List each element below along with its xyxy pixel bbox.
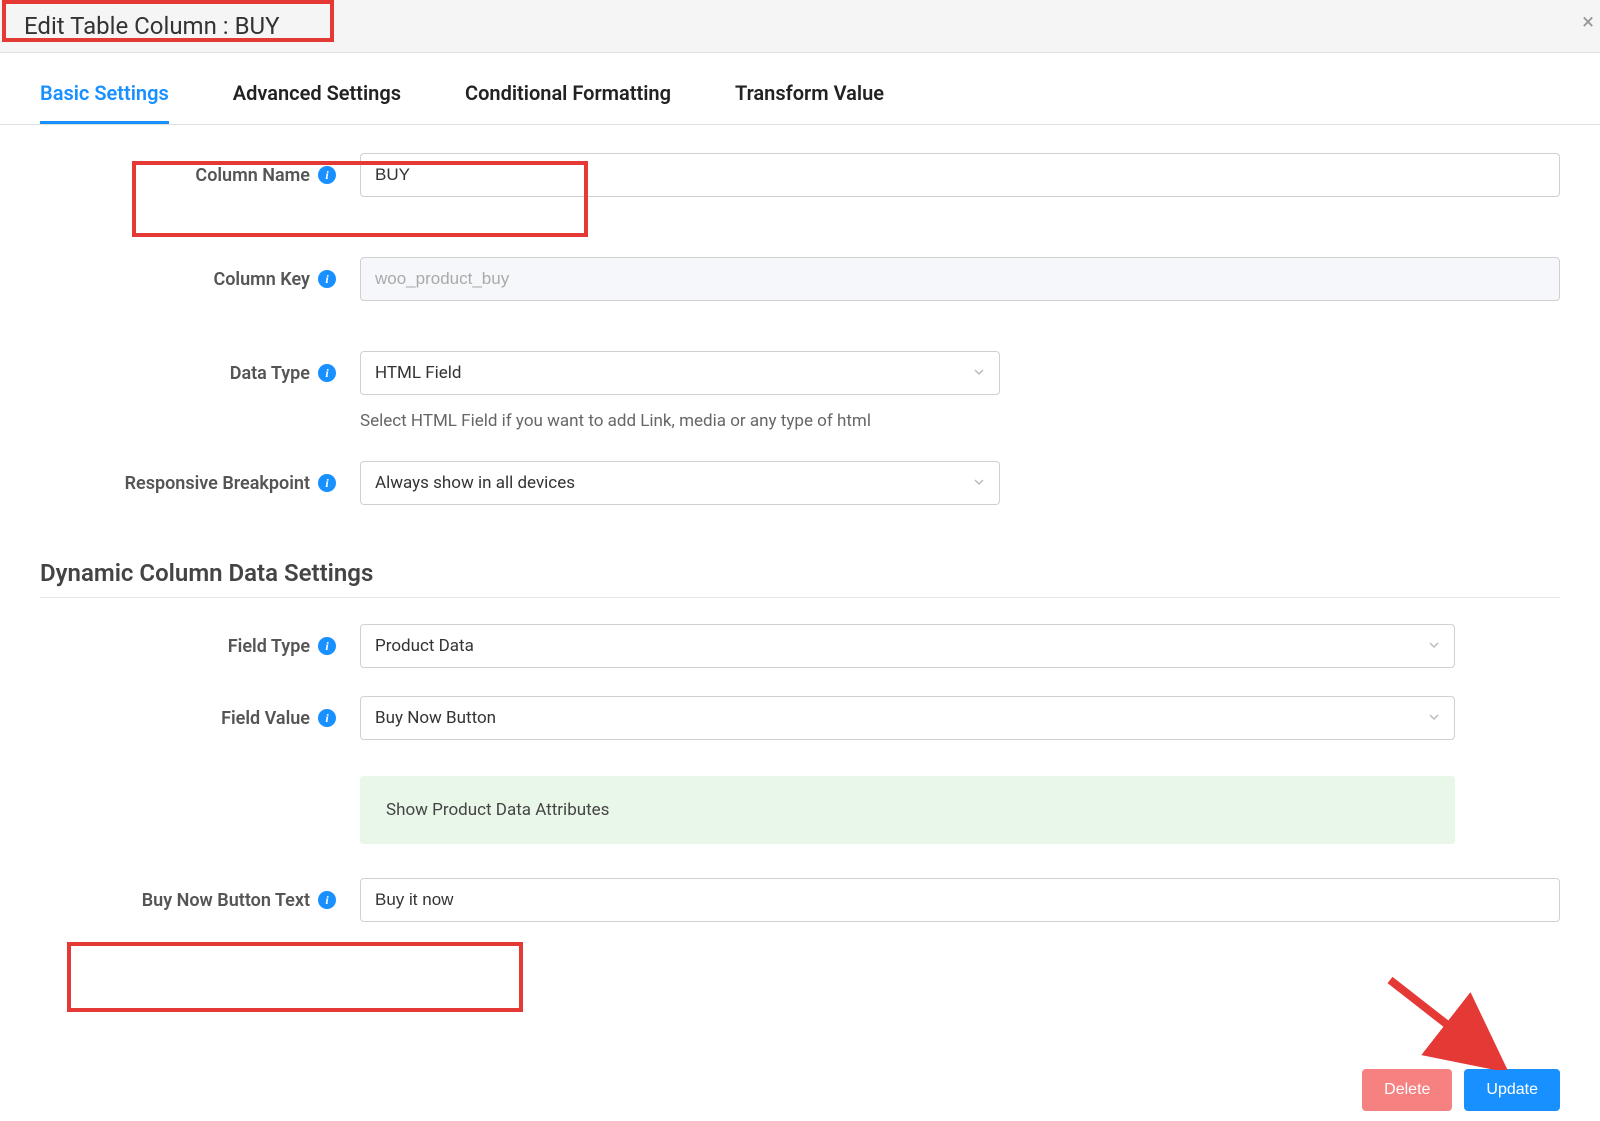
label-text-responsive: Responsive Breakpoint xyxy=(125,473,310,494)
column-key-input xyxy=(360,257,1560,301)
label-text-field-type: Field Type xyxy=(228,636,310,657)
label-buy-now-text: Buy Now Button Text i xyxy=(40,890,360,911)
tab-transform-value[interactable]: Transform Value xyxy=(735,81,884,124)
tab-basic-settings[interactable]: Basic Settings xyxy=(40,81,169,124)
tab-conditional-formatting[interactable]: Conditional Formatting xyxy=(465,81,671,124)
label-column-key: Column Key i xyxy=(40,269,360,290)
annotation-box xyxy=(67,942,523,1012)
field-type-value: Product Data xyxy=(375,636,474,656)
field-value-value: Buy Now Button xyxy=(375,708,496,728)
modal-title: Edit Table Column : BUY xyxy=(24,12,280,40)
row-data-type: Data Type i HTML Field xyxy=(40,351,1560,395)
row-buy-now-text: Buy Now Button Text i xyxy=(40,878,1560,922)
info-icon[interactable]: i xyxy=(318,891,336,909)
label-text-data-type: Data Type xyxy=(230,363,310,384)
row-field-type: Field Type i Product Data xyxy=(40,624,1560,668)
info-icon[interactable]: i xyxy=(318,709,336,727)
chevron-down-icon xyxy=(973,363,985,383)
label-text-buy-now: Buy Now Button Text xyxy=(142,890,310,911)
buy-now-text-input[interactable] xyxy=(360,878,1560,922)
label-text-column-key: Column Key xyxy=(213,269,310,290)
info-icon[interactable]: i xyxy=(318,364,336,382)
data-type-select[interactable]: HTML Field xyxy=(360,351,1000,395)
show-attributes-banner[interactable]: Show Product Data Attributes xyxy=(360,776,1455,844)
footer-actions: Delete Update xyxy=(1362,1069,1560,1111)
row-column-name: Column Name i xyxy=(40,153,1560,197)
data-type-help: Select HTML Field if you want to add Lin… xyxy=(360,405,1560,461)
field-value-select[interactable]: Buy Now Button xyxy=(360,696,1455,740)
chevron-down-icon xyxy=(1428,708,1440,728)
row-responsive: Responsive Breakpoint i Always show in a… xyxy=(40,461,1560,505)
field-type-select[interactable]: Product Data xyxy=(360,624,1455,668)
data-type-value: HTML Field xyxy=(375,363,462,383)
form-area: Column Name i Column Key i Data Type i H… xyxy=(0,125,1600,922)
responsive-value: Always show in all devices xyxy=(375,473,575,493)
row-field-value: Field Value i Buy Now Button xyxy=(40,696,1560,740)
label-field-type: Field Type i xyxy=(40,636,360,657)
label-text-column-name: Column Name xyxy=(195,165,310,186)
label-responsive: Responsive Breakpoint i xyxy=(40,473,360,494)
responsive-select[interactable]: Always show in all devices xyxy=(360,461,1000,505)
update-button[interactable]: Update xyxy=(1464,1069,1560,1111)
info-icon[interactable]: i xyxy=(318,166,336,184)
label-column-name: Column Name i xyxy=(40,165,360,186)
tab-advanced-settings[interactable]: Advanced Settings xyxy=(233,81,401,124)
tab-bar: Basic Settings Advanced Settings Conditi… xyxy=(0,53,1600,125)
info-icon[interactable]: i xyxy=(318,270,336,288)
delete-button[interactable]: Delete xyxy=(1362,1069,1452,1111)
dynamic-section-heading: Dynamic Column Data Settings xyxy=(40,541,1560,598)
column-name-input[interactable] xyxy=(360,153,1560,197)
close-icon[interactable]: × xyxy=(1582,10,1594,35)
chevron-down-icon xyxy=(1428,636,1440,656)
label-text-field-value: Field Value xyxy=(221,708,310,729)
info-icon[interactable]: i xyxy=(318,474,336,492)
label-data-type: Data Type i xyxy=(40,363,360,384)
row-column-key: Column Key i xyxy=(40,257,1560,301)
annotation-arrow-icon xyxy=(1380,970,1510,1070)
chevron-down-icon xyxy=(973,473,985,493)
info-icon[interactable]: i xyxy=(318,637,336,655)
modal-header: Edit Table Column : BUY × xyxy=(0,0,1600,53)
label-field-value: Field Value i xyxy=(40,708,360,729)
